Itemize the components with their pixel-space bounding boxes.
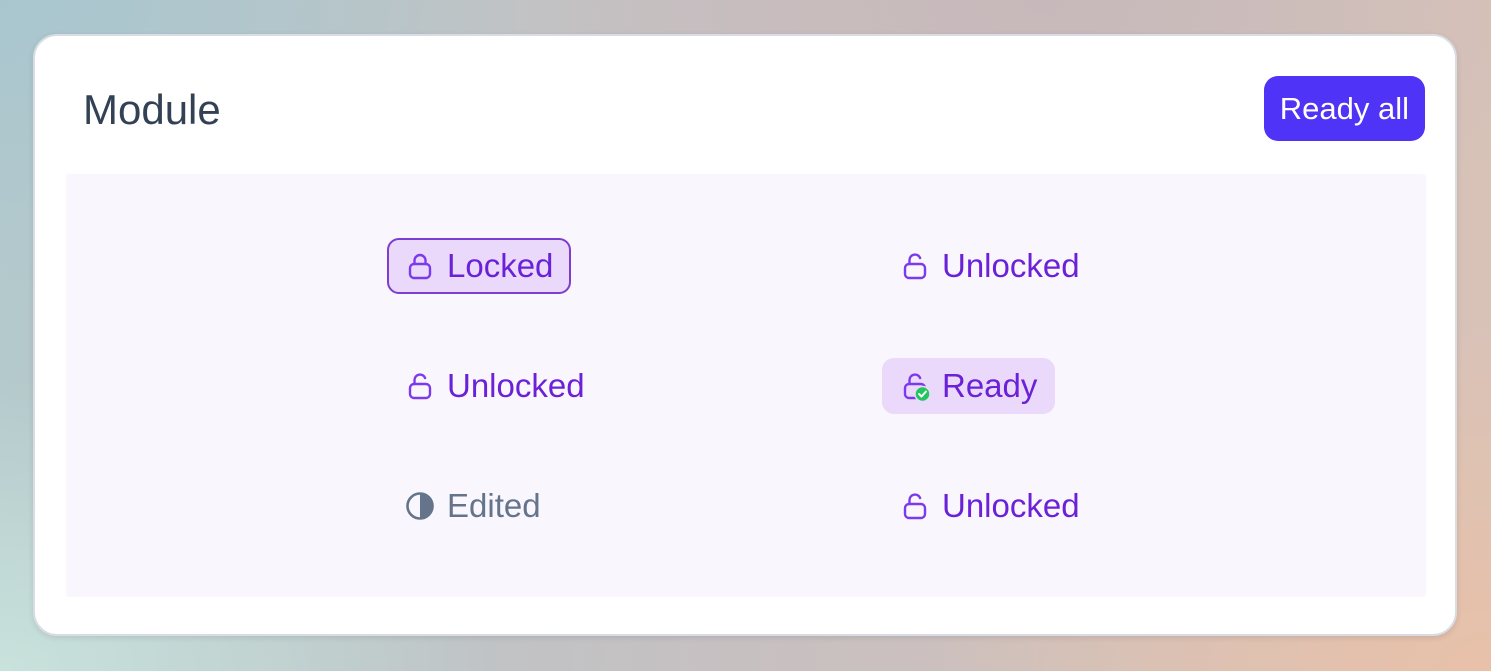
status-item-unlocked[interactable]: Unlocked [882,238,1098,294]
status-item-locked[interactable]: Locked [387,238,572,294]
unlock-check-icon [900,371,931,403]
status-label: Ready [942,367,1038,404]
half-circle-icon [405,491,435,521]
unlock-icon [900,251,930,281]
ready-all-button[interactable]: Ready all [1263,76,1425,141]
status-grid: Locked Unlocked Unlocked Ready Edited Un… [66,174,1426,597]
card-title: Module [83,86,221,133]
status-item-unlocked[interactable]: Unlocked [882,478,1098,534]
unlock-icon [900,491,930,521]
status-label: Unlocked [447,367,585,404]
status-label: Locked [447,247,554,284]
status-label: Unlocked [942,487,1080,524]
status-label: Unlocked [942,247,1080,284]
status-label: Edited [447,487,541,524]
unlock-icon [405,371,435,401]
module-card: Module Ready all Locked Unlocked Unlocke… [33,34,1457,636]
lock-icon [405,251,435,281]
status-item-edited[interactable]: Edited [387,478,559,534]
status-item-unlocked[interactable]: Unlocked [387,358,603,414]
status-item-ready[interactable]: Ready [882,358,1056,414]
